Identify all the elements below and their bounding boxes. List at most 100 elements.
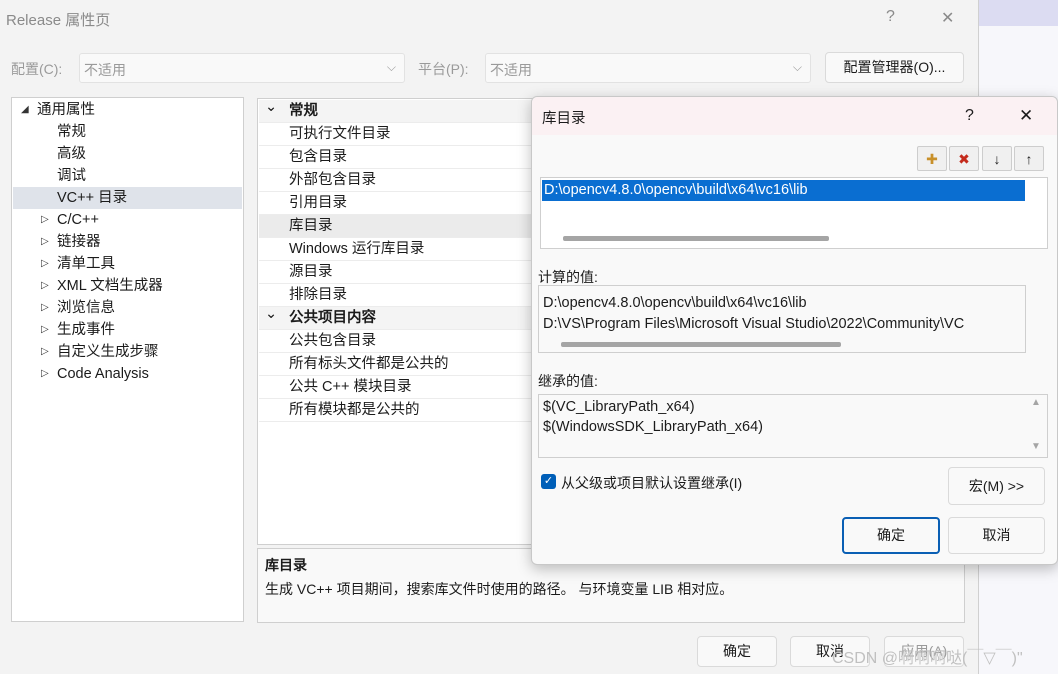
expand-icon: ▷ <box>41 324 49 335</box>
tree-item-label: 浏览信息 <box>57 300 115 316</box>
tree-item-label: 通用属性 <box>37 102 95 118</box>
tree-item-label: 生成事件 <box>57 322 115 338</box>
computed-value: D:\opencv4.8.0\opencv\build\x64\vc16\lib <box>543 295 807 311</box>
tree-item-manifest-tool[interactable]: ▷ 清单工具 <box>13 253 242 275</box>
grid-row-reference-dirs[interactable]: 引用目录 <box>259 192 547 215</box>
dialog-ok-button[interactable]: 确定 <box>842 517 940 554</box>
expand-icon: ▷ <box>41 236 49 247</box>
inherited-label: 继承的值: <box>538 373 598 389</box>
edit-list: D:\opencv4.8.0\opencv\build\x64\vc16\lib <box>540 177 1048 249</box>
inherited-values: $(VC_LibraryPath_x64) $(WindowsSDK_Libra… <box>538 394 1048 458</box>
tree-item-code-analysis[interactable]: ▷ Code Analysis <box>13 363 242 385</box>
expand-icon: ◢ <box>21 104 29 115</box>
horizontal-scrollbar[interactable] <box>563 236 829 241</box>
description-text: 生成 VC++ 项目期间，搜索库文件时使用的路径。 与环境变量 LIB 相对应。 <box>265 581 734 597</box>
platform-value: 不适用 <box>490 62 532 78</box>
inherit-checkbox-label[interactable]: 从父级或项目默认设置继承(I) <box>561 473 742 493</box>
inherit-checkbox[interactable]: ✓ <box>541 474 556 489</box>
tree-item-browse-info[interactable]: ▷ 浏览信息 <box>13 297 242 319</box>
grid-row-all-headers-public[interactable]: 所有标头文件都是公共的 <box>259 353 547 376</box>
row-label: 所有模块都是公共的 <box>289 402 420 418</box>
tree-item-debugging[interactable]: 调试 <box>13 165 242 187</box>
expand-icon: ▷ <box>41 302 49 313</box>
tree-item-xml-doc-generator[interactable]: ▷ XML 文档生成器 <box>13 275 242 297</box>
row-label: 可执行文件目录 <box>289 126 391 142</box>
section-general[interactable]: ⌄ 常规 <box>259 99 547 123</box>
tree-item-advanced[interactable]: 高级 <box>13 143 242 165</box>
tree-item-vc-directories[interactable]: VC++ 目录 <box>13 187 242 209</box>
computed-values: D:\opencv4.8.0\opencv\build\x64\vc16\lib… <box>538 285 1026 353</box>
tree-item-label: 清单工具 <box>57 256 115 272</box>
new-line-icon[interactable]: ✚ <box>917 146 947 171</box>
grid-row-exclude-dirs[interactable]: 排除目录 <box>259 284 547 307</box>
section-label: 常规 <box>289 103 318 119</box>
expand-icon: ▷ <box>41 280 49 291</box>
move-down-icon[interactable]: ↓ <box>982 146 1012 171</box>
tree-item-build-events[interactable]: ▷ 生成事件 <box>13 319 242 341</box>
grid-row-external-include-dirs[interactable]: 外部包含目录 <box>259 169 547 192</box>
computed-label: 计算的值: <box>538 269 598 285</box>
grid-row-public-include-dirs[interactable]: 公共包含目录 <box>259 330 547 353</box>
tree-item-linker[interactable]: ▷ 链接器 <box>13 231 242 253</box>
description-title: 库目录 <box>265 557 307 573</box>
tree-item-label: C/C++ <box>57 212 99 228</box>
grid-row-library-dirs[interactable]: 库目录 <box>259 215 547 238</box>
section-public-project-content[interactable]: ⌄ 公共项目内容 <box>259 306 547 330</box>
grid-row-executable-dirs[interactable]: 可执行文件目录 <box>259 123 547 146</box>
row-label: 库目录 <box>289 218 333 234</box>
config-select[interactable]: 不适用 ⌵ <box>79 53 405 83</box>
horizontal-scrollbar[interactable] <box>561 342 841 347</box>
library-dirs-dialog: 库目录 ? ✕ ✚ ✖ ↓ ↑ D:\opencv4.8.0\opencv\bu… <box>531 96 1058 565</box>
tree-item-general[interactable]: 常规 <box>13 121 242 143</box>
property-grid: ⌄ 常规 可执行文件目录 包含目录 外部包含目录 引用目录 库目录 Window… <box>257 98 547 545</box>
move-up-icon[interactable]: ↑ <box>1014 146 1044 171</box>
edit-entry[interactable]: D:\opencv4.8.0\opencv\build\x64\vc16\lib <box>542 180 1025 201</box>
inherited-value: $(VC_LibraryPath_x64) <box>543 399 695 415</box>
platform-label: 平台(P): <box>418 61 469 77</box>
ok-button[interactable]: 确定 <box>697 636 777 667</box>
expand-icon: ▷ <box>41 258 49 269</box>
grid-row-include-dirs[interactable]: 包含目录 <box>259 146 547 169</box>
watermark: CSDN @啊啊啊哒(￣▽￣)" <box>832 650 1023 667</box>
dialog-title: 库目录 <box>542 111 586 127</box>
collapse-icon: ⌄ <box>265 306 278 322</box>
dialog-close-icon[interactable]: ✕ <box>1019 106 1033 126</box>
dialog-help-icon[interactable]: ? <box>965 107 974 125</box>
config-value: 不适用 <box>84 62 126 78</box>
tree-item-label: 常规 <box>57 124 86 140</box>
platform-select[interactable]: 不适用 ⌵ <box>485 53 811 83</box>
delete-icon[interactable]: ✖ <box>949 146 979 171</box>
property-tree: ◢ 通用属性 常规 高级 调试 VC++ 目录 ▷ C/C++ ▷ 链接器 ▷ … <box>11 97 244 622</box>
help-icon[interactable]: ? <box>886 8 895 26</box>
row-label: 排除目录 <box>289 287 347 303</box>
tree-item-custom-build-step[interactable]: ▷ 自定义生成步骤 <box>13 341 242 363</box>
tree-item-label: 调试 <box>57 168 86 184</box>
tree-item-c-cpp[interactable]: ▷ C/C++ <box>13 209 242 231</box>
window-title: Release 属性页 <box>6 12 111 29</box>
config-label: 配置(C): <box>11 61 63 77</box>
tree-item-common-properties[interactable]: ◢ 通用属性 <box>13 99 242 121</box>
row-label: 引用目录 <box>289 195 347 211</box>
tree-item-label: Code Analysis <box>57 366 149 382</box>
row-label: 外部包含目录 <box>289 172 376 188</box>
tree-item-label: 链接器 <box>57 234 101 250</box>
config-manager-button[interactable]: 配置管理器(O)... <box>825 52 964 83</box>
computed-value: D:\VS\Program Files\Microsoft Visual Stu… <box>543 316 965 332</box>
grid-row-winrt-library-dirs[interactable]: Windows 运行库目录 <box>259 238 547 261</box>
scroll-up-icon[interactable]: ▲ <box>1031 397 1041 408</box>
grid-row-public-cpp-module-dirs[interactable]: 公共 C++ 模块目录 <box>259 376 547 399</box>
dialog-cancel-button[interactable]: 取消 <box>948 517 1045 554</box>
macros-button[interactable]: 宏(M) >> <box>948 467 1045 505</box>
grid-row-all-modules-public[interactable]: 所有模块都是公共的 <box>259 399 547 422</box>
scroll-down-icon[interactable]: ▼ <box>1031 441 1041 452</box>
chevron-down-icon: ⌵ <box>386 60 396 74</box>
grid-row-source-dirs[interactable]: 源目录 <box>259 261 547 284</box>
row-label: 包含目录 <box>289 149 347 165</box>
expand-icon: ▷ <box>41 214 49 225</box>
tree-item-label: XML 文档生成器 <box>57 278 163 294</box>
row-label: 所有标头文件都是公共的 <box>289 356 449 372</box>
row-label: 源目录 <box>289 264 333 280</box>
expand-icon: ▷ <box>41 368 49 379</box>
tree-item-label: VC++ 目录 <box>57 190 128 206</box>
close-icon[interactable]: ✕ <box>941 8 954 28</box>
